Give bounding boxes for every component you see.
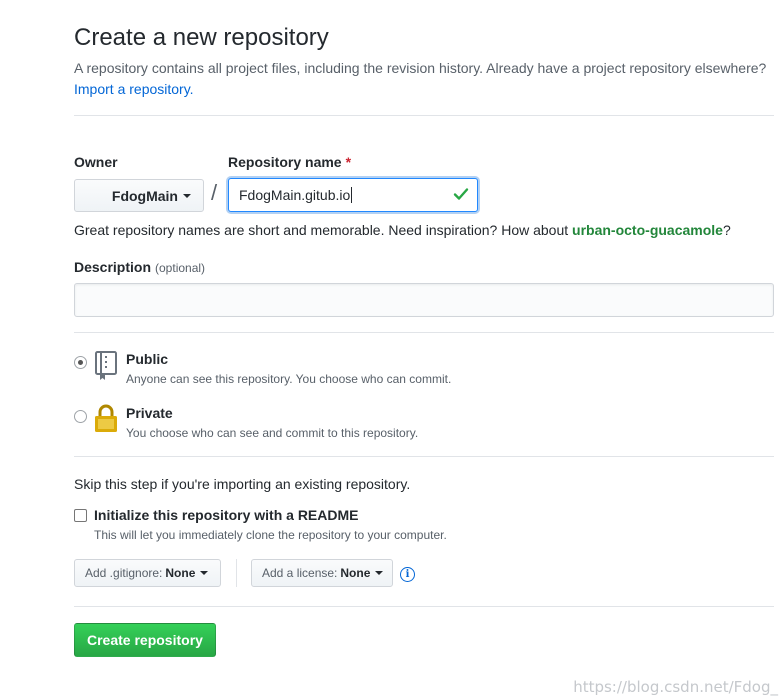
page-subtitle: A repository contains all project files,… [74, 58, 774, 100]
owner-repo-separator: / [211, 180, 218, 205]
repo-name-input[interactable]: FdogMain.gitub.io [228, 178, 478, 212]
caret-down-icon [200, 571, 209, 575]
check-icon [453, 188, 469, 200]
optional-tag: (optional) [155, 261, 206, 275]
gitignore-value: None [165, 566, 196, 580]
divider [74, 115, 774, 116]
text-cursor [351, 187, 353, 203]
vertical-divider [236, 559, 237, 587]
watermark: https://blog.csdn.net/Fdog_ [573, 678, 778, 696]
public-note: Anyone can see this repository. You choo… [126, 372, 452, 386]
hint-prefix: Great repository names are short and mem… [74, 222, 573, 238]
public-radio[interactable] [74, 356, 87, 369]
repo-book-icon [95, 351, 117, 380]
name-hint: Great repository names are short and mem… [74, 222, 731, 238]
description-input[interactable] [74, 283, 774, 317]
required-mark: * [345, 154, 352, 170]
caret-down-icon [375, 571, 384, 575]
license-value: None [340, 566, 371, 580]
owner-label: Owner [74, 154, 118, 170]
private-note: You choose who can see and commit to thi… [126, 426, 419, 440]
repo-name-label-text: Repository name [228, 154, 342, 170]
owner-select-button[interactable]: FdogMain [74, 179, 204, 212]
readme-checkbox[interactable] [74, 509, 87, 522]
gitignore-select-button[interactable]: Add .gitignore: None [74, 559, 221, 587]
owner-value: FdogMain [111, 187, 178, 204]
public-title: Public [126, 351, 169, 367]
license-select-button[interactable]: Add a license: None [251, 559, 393, 587]
page-title: Create a new repository [74, 24, 329, 51]
readme-note: This will let you immediately clone the … [94, 528, 447, 542]
skip-note: Skip this step if you're importing an ex… [74, 476, 411, 492]
repo-name-value: FdogMain.gitub.io [239, 187, 351, 203]
private-radio[interactable] [74, 410, 87, 423]
repo-name-label: Repository name * [228, 154, 351, 170]
import-repository-link[interactable]: Import a repository. [74, 81, 194, 97]
divider [74, 456, 774, 457]
subtitle-text: A repository contains all project files,… [74, 60, 767, 76]
create-repository-button[interactable]: Create repository [74, 623, 216, 657]
caret-down-icon [183, 193, 191, 198]
divider [74, 332, 774, 333]
info-icon[interactable]: i [400, 567, 415, 582]
hint-suffix: ? [722, 222, 731, 238]
lock-icon [95, 404, 117, 432]
description-label-text: Description [74, 259, 152, 275]
divider [74, 606, 774, 607]
description-label: Description (optional) [74, 259, 205, 275]
license-label: Add a license: [262, 566, 338, 580]
readme-label[interactable]: Initialize this repository with a README [94, 507, 358, 523]
name-suggestion-link[interactable]: urban-octo-guacamole [572, 222, 723, 238]
gitignore-label: Add .gitignore: [85, 566, 163, 580]
private-title: Private [126, 405, 173, 421]
